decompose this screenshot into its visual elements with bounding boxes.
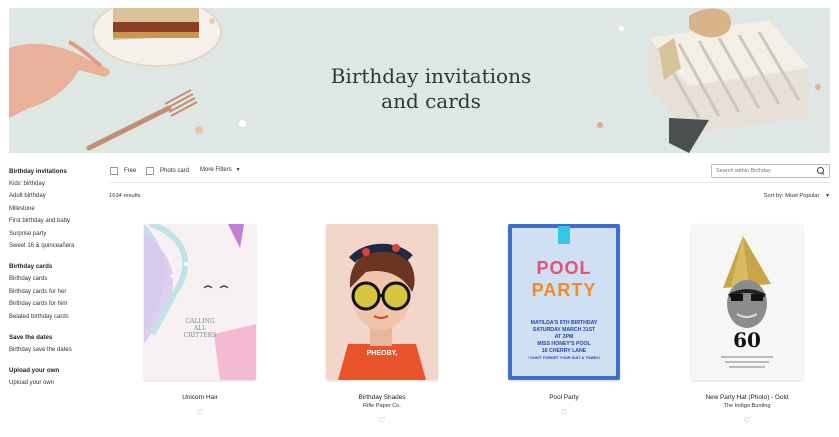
card-art-details: MATILDA'S 6TH BIRTHDAY SATURDAY MARCH 31…: [508, 320, 620, 362]
sidebar-item-sweet-16[interactable]: Sweet 16 & quinceañera: [9, 240, 109, 252]
sidebar-item-belated-cards[interactable]: Belated birthday cards: [9, 311, 109, 323]
heart-outline-icon[interactable]: ♡: [560, 408, 567, 418]
card-art-line: * DON'T FORGET YOUR SUIT & TOWEL!: [527, 356, 601, 360]
photo-card-checkbox[interactable]: [146, 167, 154, 175]
card-brand[interactable]: Rifle Paper Co.: [326, 402, 438, 410]
pool-tab: [558, 226, 570, 244]
more-filters-label: More Filters: [200, 167, 232, 173]
sidebar-section-birthday-invitations: Birthday invitations Kids' birthday Adul…: [9, 166, 109, 252]
party-word: PARTY: [531, 280, 597, 300]
heart-outline-icon[interactable]: ♡: [196, 408, 203, 418]
caret-down-icon: ▼: [235, 167, 241, 173]
product-card: 60 New Party Hat (Photo) - Gold The Indi…: [691, 224, 803, 428]
card-art-text: CALLING ALL CRITTERS: [144, 318, 256, 339]
product-card: PHEOBY, Birthday Shades Rifle Paper Co. …: [326, 224, 438, 428]
category-sidebar: Birthday invitations Kids' birthday Adul…: [9, 166, 109, 399]
results-count: 1634 results: [109, 193, 141, 199]
sidebar-heading[interactable]: Birthday cards: [9, 261, 109, 273]
card-art-line: CRITTERS: [183, 332, 217, 339]
card-title[interactable]: Unicorn Hair: [144, 394, 256, 402]
sidebar-heading[interactable]: Save the dates: [9, 332, 109, 344]
search-input[interactable]: Search within Birthday: [711, 164, 830, 178]
sidebar-item-milestone[interactable]: Milestone: [9, 203, 109, 215]
photo-card-filter[interactable]: Photo card: [146, 167, 189, 175]
free-filter-label: Free: [124, 168, 137, 174]
confetti-dot: [619, 26, 624, 31]
card-thumbnail[interactable]: POOL PARTY MATILDA'S 6TH BIRTHDAY SATURD…: [508, 224, 620, 380]
caret-down-icon: ▼: [825, 193, 830, 199]
hero-title: Birthday invitations and cards: [291, 64, 571, 114]
free-filter[interactable]: Free: [110, 167, 136, 175]
card-brand[interactable]: The Indigo Bunting: [691, 402, 803, 410]
page: Birthday invitations and cards Birthday …: [0, 0, 839, 437]
sidebar-item-adult-birthday[interactable]: Adult birthday: [9, 190, 109, 202]
product-card: CALLING ALL CRITTERS Unicorn Hair ♡: [144, 224, 256, 420]
sidebar-section-save-the-dates: Save the dates Birthday save the dates: [9, 332, 109, 356]
sidebar-item-surprise-party[interactable]: Surprise party: [9, 228, 109, 240]
card-art-line: CALLING: [185, 318, 215, 325]
confetti-dot: [209, 18, 215, 24]
heart-outline-icon[interactable]: ♡: [378, 416, 385, 426]
hero-title-line-1: Birthday invitations: [330, 64, 532, 88]
hero-banner: Birthday invitations and cards: [9, 8, 830, 153]
search-placeholder: Search within Birthday: [716, 168, 771, 174]
free-checkbox[interactable]: [110, 167, 118, 175]
sidebar-item-first-birthday[interactable]: First birthday and baby: [9, 215, 109, 227]
sort-label: Sort by: Most Popular: [763, 193, 820, 199]
card-title[interactable]: Birthday Shades: [326, 394, 438, 402]
card-art-name: PHEOBY,: [366, 350, 398, 357]
sidebar-section-birthday-cards: Birthday cards Birthday cards Birthday c…: [9, 261, 109, 323]
card-thumbnail[interactable]: CALLING ALL CRITTERS: [144, 224, 256, 380]
sidebar-item-cards-for-him[interactable]: Birthday cards for him: [9, 298, 109, 310]
sidebar-section-upload: Upload your own Upload your own: [9, 365, 109, 389]
sidebar-item-kids-birthday[interactable]: Kids' birthday: [9, 178, 109, 190]
confetti-dot: [239, 120, 246, 127]
confetti-dot: [815, 84, 821, 90]
confetti-dot: [597, 122, 603, 128]
product-card: POOL PARTY MATILDA'S 6TH BIRTHDAY SATURD…: [508, 224, 620, 420]
photo-card-filter-label: Photo card: [160, 168, 190, 174]
pool-word: POOL: [536, 258, 592, 278]
sort-dropdown[interactable]: Sort by: Most Popular ▼: [764, 193, 830, 199]
more-filters-dropdown[interactable]: More Filters ▼: [200, 167, 241, 173]
sidebar-heading[interactable]: Upload your own: [9, 365, 109, 377]
search-icon[interactable]: [817, 167, 825, 175]
card-title[interactable]: Pool Party: [508, 394, 620, 402]
heart-outline-icon[interactable]: ♡: [743, 416, 750, 426]
hero-title-line-2: and cards: [381, 89, 481, 113]
card-thumbnail[interactable]: PHEOBY,: [326, 224, 438, 380]
filter-bar: Free Photo card More Filters ▼ Search wi…: [109, 163, 830, 183]
card-art-line: AT 2PM: [554, 334, 574, 340]
card-art-line: 16 CHERRY LANE: [541, 348, 587, 354]
card-art-line: ALL: [193, 325, 207, 332]
sidebar-item-birthday-cards[interactable]: Birthday cards: [9, 273, 109, 285]
confetti-dot: [195, 126, 203, 134]
sidebar-item-upload-your-own[interactable]: Upload your own: [9, 377, 109, 389]
card-art-line: MATILDA'S 6TH BIRTHDAY: [530, 320, 598, 326]
sidebar-item-birthday-save-the-dates[interactable]: Birthday save the dates: [9, 344, 109, 356]
party-hat-art: [721, 236, 773, 368]
card-art-line: SATURDAY MARCH 31ST: [532, 327, 596, 333]
sidebar-item-cards-for-her[interactable]: Birthday cards for her: [9, 286, 109, 298]
card-art-number: 60: [733, 328, 761, 352]
unicorn-hair-art: [144, 224, 256, 380]
card-art-line: MISS HONEY'S POOL: [537, 341, 591, 347]
sidebar-heading[interactable]: Birthday invitations: [9, 166, 109, 178]
card-title[interactable]: New Party Hat (Photo) - Gold: [691, 394, 803, 402]
card-thumbnail[interactable]: 60: [691, 224, 803, 380]
